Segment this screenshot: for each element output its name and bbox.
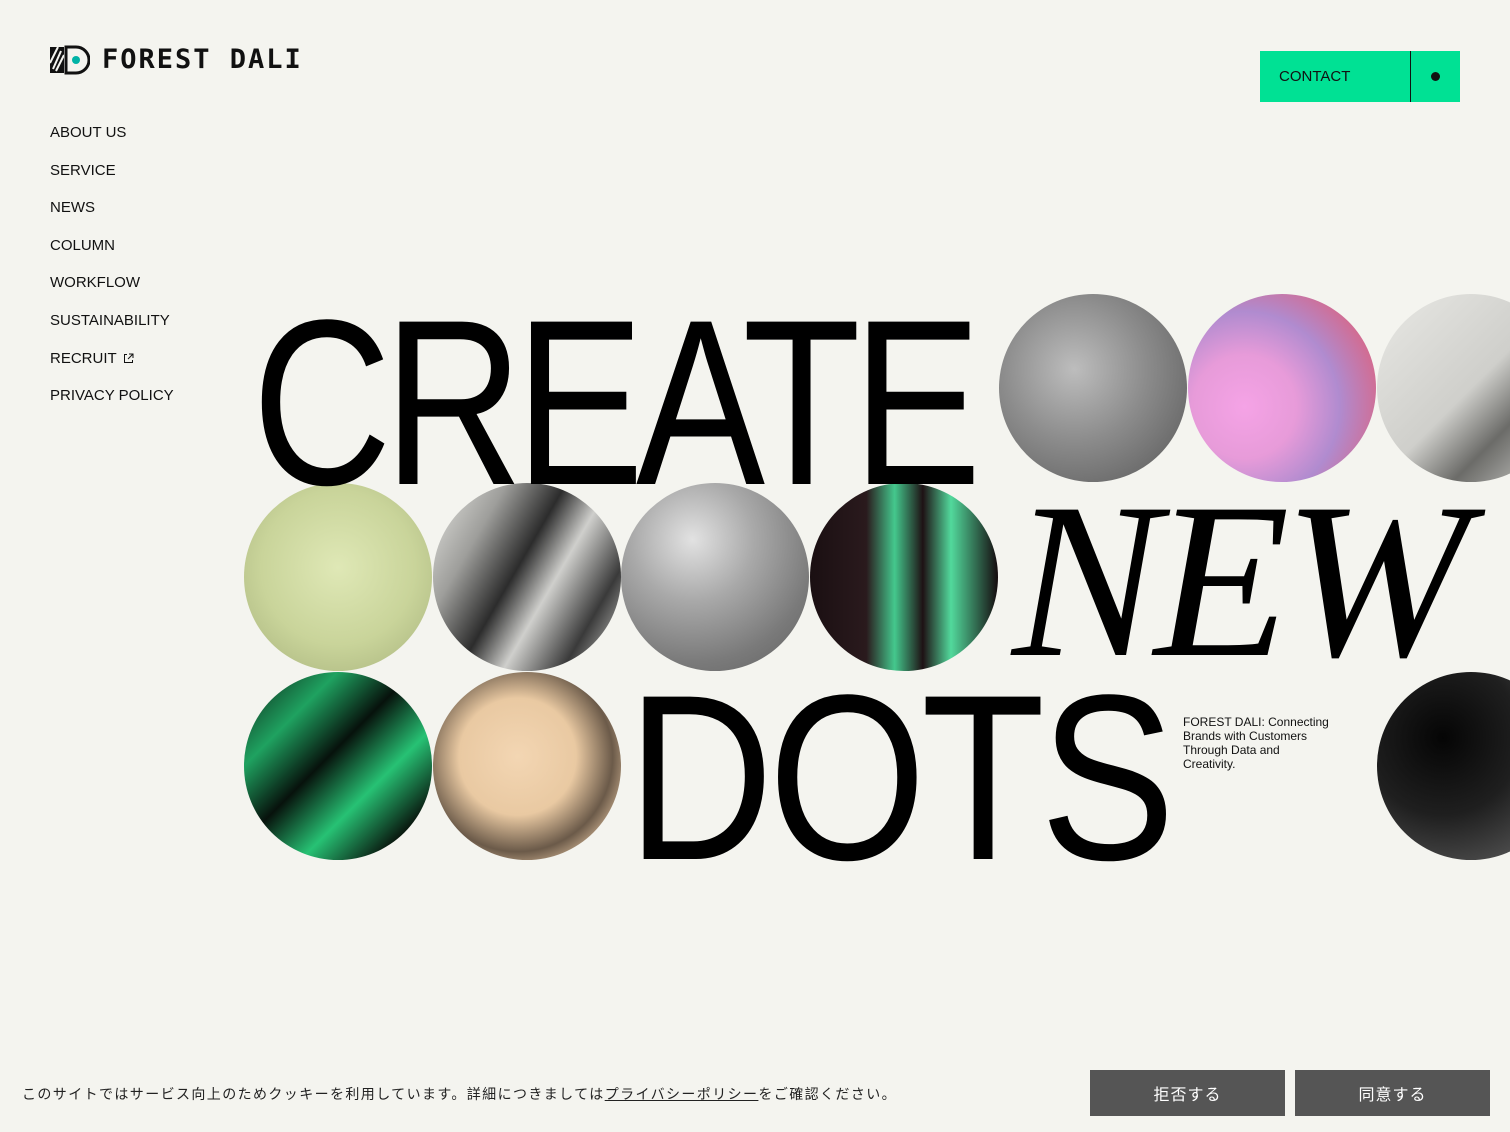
nav-item-workflow[interactable]: WORKFLOW xyxy=(50,272,174,310)
nav-item-sustainability[interactable]: SUSTAINABILITY xyxy=(50,310,174,348)
page: FOREST DALI CONTACT ABOUT US SERVICE NEW… xyxy=(0,0,1510,1132)
logo-text: FOREST DALI xyxy=(102,44,303,75)
nav-item-column[interactable]: COLUMN xyxy=(50,235,174,273)
hero-tagline: FOREST DALI: Connecting Brands with Cust… xyxy=(1183,715,1329,771)
main-nav: ABOUT US SERVICE NEWS COLUMN WORKFLOW SU… xyxy=(50,122,174,423)
hero-word-dots: DOTS xyxy=(627,646,1175,910)
contact-dot-wrap xyxy=(1411,51,1460,102)
cookie-accept-button[interactable]: 同意する xyxy=(1295,1070,1490,1116)
contact-button[interactable]: CONTACT xyxy=(1260,51,1460,102)
nav-item-privacy-policy[interactable]: PRIVACY POLICY xyxy=(50,385,174,423)
nav-item-about-us[interactable]: ABOUT US xyxy=(50,122,174,160)
texture-circle-peach-marble xyxy=(433,672,621,860)
dot-icon xyxy=(1431,72,1440,81)
cookie-notice-text: このサイトではサービス向上のためクッキーを利用しています。詳細につきましてはプラ… xyxy=(22,1087,898,1103)
logo-link[interactable]: FOREST DALI xyxy=(50,44,303,75)
texture-circle-gray-noise xyxy=(999,294,1187,482)
external-link-icon xyxy=(123,353,134,363)
texture-circle-pink-gradient xyxy=(1188,294,1376,482)
texture-circle-gray-rock xyxy=(1377,294,1510,482)
nav-item-service[interactable]: SERVICE xyxy=(50,160,174,198)
cookie-privacy-link[interactable]: プライバシーポリシー xyxy=(605,1087,759,1103)
logo-mark-icon xyxy=(50,45,90,74)
texture-circle-green-silk xyxy=(244,672,432,860)
hero-word-create: CREATE xyxy=(252,271,982,535)
contact-label: CONTACT xyxy=(1279,68,1351,85)
nav-item-news[interactable]: NEWS xyxy=(50,197,174,235)
cookie-reject-button[interactable]: 拒否する xyxy=(1090,1070,1285,1116)
nav-item-recruit[interactable]: RECRUIT xyxy=(50,348,174,386)
